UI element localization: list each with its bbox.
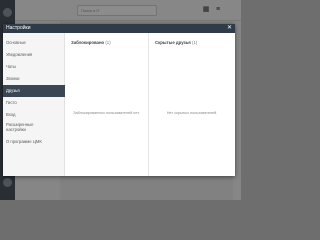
- nav-label: О программе ЦМК: [6, 139, 42, 144]
- hidden-empty-text: Нет скрытых пользователей.: [166, 111, 218, 115]
- nav-label: Звонки: [6, 76, 20, 81]
- dialog-header: Настройки ✕: [3, 24, 235, 33]
- nav-item-friends[interactable]: Друзья: [3, 85, 65, 97]
- nav-label: Основные: [6, 40, 26, 45]
- nav-item-about[interactable]: О программе ЦМК: [3, 136, 65, 148]
- nav-item-notifications[interactable]: Уведомления: [3, 49, 65, 61]
- nav-label: Чаты: [6, 64, 16, 69]
- hidden-title-text: Скрытые друзья: [155, 40, 191, 45]
- nav-label: Расширенные настройки: [6, 122, 34, 132]
- hidden-friends-column: Скрытые друзья (1) Нет скрытых пользоват…: [149, 33, 235, 176]
- blocked-column: Заблокировано (1) Заблокированных пользо…: [65, 33, 149, 176]
- nav-item-login[interactable]: Вход: [3, 109, 65, 121]
- nav-label: Гисто: [6, 100, 17, 105]
- blocked-title: Заблокировано (1): [71, 40, 111, 45]
- settings-nav: Основные Уведомления Чаты Звонки Друзья …: [3, 33, 65, 176]
- nav-label: Уведомления: [6, 52, 33, 57]
- dialog-title: Настройки: [6, 25, 31, 31]
- blocked-count: (1): [105, 40, 111, 45]
- settings-dialog: Настройки ✕ Основные Уведомления Чаты Зв…: [3, 24, 235, 176]
- friends-settings-panel: Заблокировано (1) Заблокированных пользо…: [65, 33, 235, 176]
- nav-label: Вход: [6, 112, 16, 117]
- nav-item-general[interactable]: Основные: [3, 37, 65, 49]
- blocked-title-text: Заблокировано: [71, 40, 105, 45]
- blocked-empty-text: Заблокированных пользователей нет.: [73, 111, 140, 115]
- nav-item-chats[interactable]: Чаты: [3, 61, 65, 73]
- close-icon[interactable]: ✕: [227, 24, 232, 33]
- nav-item-advanced[interactable]: Расширенные настройки: [3, 121, 65, 135]
- nav-label: Друзья: [6, 88, 20, 93]
- nav-item-calls[interactable]: Звонки: [3, 73, 65, 85]
- hidden-friends-title: Скрытые друзья (1): [155, 40, 197, 45]
- nav-item-guest[interactable]: Гисто: [3, 97, 65, 109]
- hidden-count: (1): [192, 40, 198, 45]
